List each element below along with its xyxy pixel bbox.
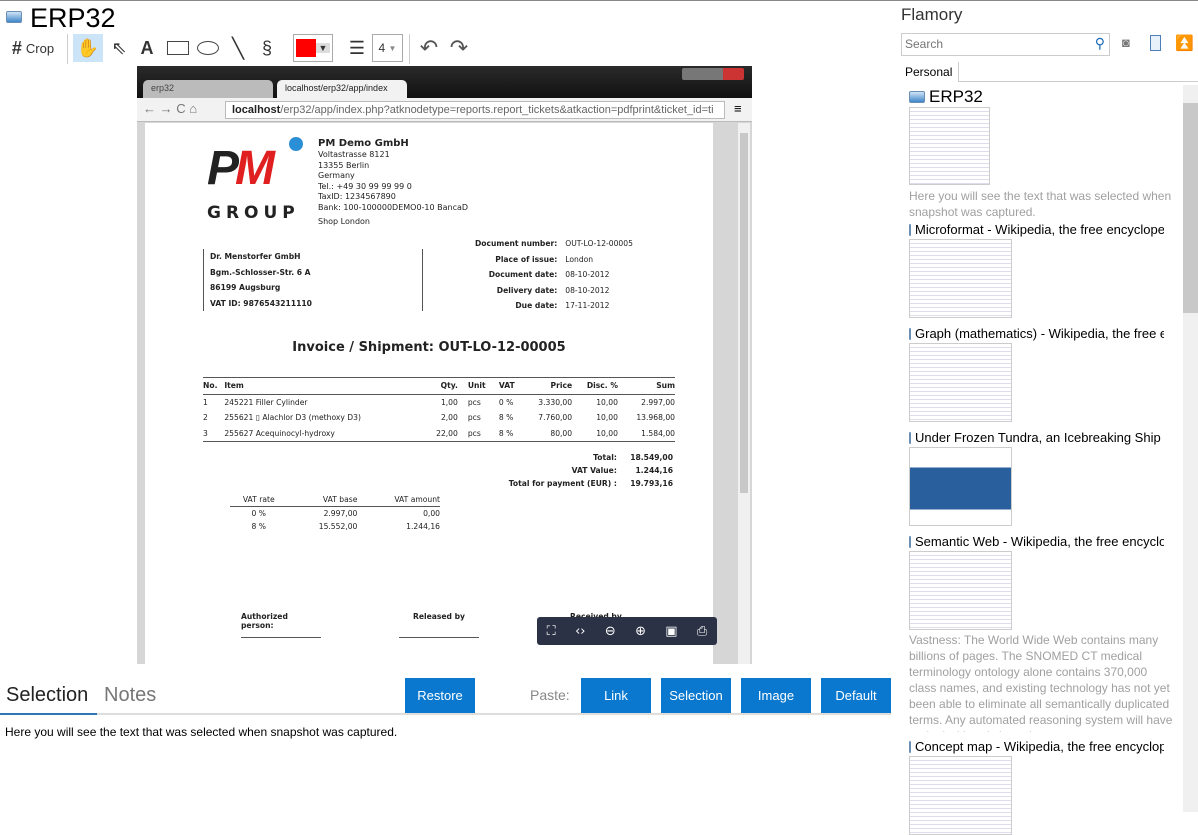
snapshot-thumbnail — [909, 239, 1012, 318]
snapshot-item[interactable]: ERP32 Here you will see the text that wa… — [909, 87, 1174, 220]
snapshot-thumbnail — [909, 343, 1012, 422]
browser-toolbar: ← → C ⌂ localhost/erp32/app/index.php?at… — [137, 98, 752, 122]
sidebar-scrollbar[interactable] — [1183, 85, 1198, 812]
camera-icon[interactable]: ◙ — [1122, 35, 1130, 50]
selection-text: Here you will see the text that was sele… — [5, 725, 398, 739]
line-tool-button[interactable]: ╲ — [226, 34, 250, 62]
search-input[interactable] — [902, 34, 1082, 54]
collapse-top-icon[interactable]: ⏫ — [1175, 34, 1194, 52]
tab-personal[interactable]: Personal — [897, 62, 959, 82]
search-box[interactable]: ⚲ — [901, 33, 1110, 56]
company-address: PM Demo GmbH Voltastrasse 8121 13355 Berl… — [318, 138, 469, 226]
snapshot-thumbnail — [909, 551, 1012, 630]
paste-image-button[interactable]: Image — [741, 678, 811, 713]
logo-text: GROUP — [207, 203, 300, 223]
crop-button[interactable]: # Crop — [6, 34, 60, 62]
rectangle-tool-button[interactable] — [166, 34, 190, 62]
paste-link-button[interactable]: Link — [581, 678, 651, 713]
demo-badge — [289, 137, 303, 151]
nav-icons: ← → C ⌂ — [143, 101, 198, 116]
snapshot-thumbnail — [909, 107, 990, 185]
pointer-tool-button[interactable]: ⇖ — [108, 34, 130, 62]
app-icon — [6, 11, 22, 23]
invoice-page: PM GROUP PM Demo GmbH Voltastrasse 8121 1… — [145, 123, 717, 664]
document-icon[interactable] — [1150, 35, 1161, 51]
hand-tool-button[interactable]: ✋ — [73, 34, 103, 62]
table-row: 2 255621 ▯ Alachlor D3 (methoxy D3) 2,00 pc… — [203, 413, 675, 422]
tab-notes[interactable]: Notes — [104, 684, 156, 707]
totals: Total: 18.549,00 VAT Value: 1.244,16 Total… — [508, 453, 673, 488]
snapshot-item[interactable]: Under Frozen Tundra, an Icebreaking Ship… — [909, 430, 1164, 526]
invoice-heading: Invoice / Shipment: OUT-LO-12-00005 — [292, 340, 566, 355]
line-width-select[interactable]: 4 ▼ — [372, 34, 403, 62]
browser-titlebar: erp32 localhost/erp32/app/index — [137, 66, 752, 98]
app-icon — [909, 91, 925, 103]
paste-selection-button[interactable]: Selection — [661, 678, 731, 713]
paste-label: Paste: — [530, 687, 570, 703]
freehand-tool-button[interactable]: § — [256, 34, 278, 62]
fit-width-icon: ‹› — [575, 623, 586, 639]
recipient-address: Dr. Menstorfer GmbH Bgm.-Schlosser-Str. 6… — [203, 249, 423, 311]
pdf-toolbar: ⛶ ‹› ⊖ ⊕ ▣ ⎙ — [537, 617, 717, 645]
snapshot-thumbnail — [909, 447, 1012, 526]
print-icon: ⎙ — [696, 623, 708, 639]
pm-logo: PM — [207, 142, 275, 195]
paste-default-button[interactable]: Default — [821, 678, 891, 713]
ellipse-tool-button[interactable] — [196, 34, 220, 62]
vat-table: VAT rate VAT base VAT amount 0 % 2.997,00 0,… — [230, 493, 440, 533]
zoom-in-icon: ⊕ — [635, 623, 646, 639]
fit-page-icon: ⛶ — [546, 623, 556, 639]
tab-divider — [0, 713, 891, 715]
redo-button[interactable]: ↷ — [446, 34, 472, 62]
snapshot-item[interactable]: Graph (mathematics) - Wikipedia, the fre… — [909, 326, 1164, 422]
snapshot-item[interactable]: Microformat - Wikipedia, the free encycl… — [909, 222, 1164, 318]
browser-tab: erp32 — [143, 80, 273, 98]
browser-tab-active: localhost/erp32/app/index — [277, 80, 407, 98]
line-width-icon: ☰ — [348, 37, 366, 58]
undo-button[interactable]: ↶ — [416, 34, 442, 62]
menu-icon: ≡ — [734, 101, 742, 116]
crop-label: Crop — [25, 40, 55, 56]
address-bar: localhost/erp32/app/index.php?atknodetyp… — [225, 101, 725, 119]
document-meta: Document number: OUT-LO-12-00005 Place of… — [475, 239, 633, 310]
signature-released: Released by — [399, 612, 479, 638]
table-row: 1 245221 Filler Cylinder 1,00 pcs 0 % 3.330,0… — [203, 397, 675, 407]
restore-button[interactable]: Restore — [405, 678, 475, 713]
window-controls — [682, 68, 744, 80]
items-table: No. Item Qty. Unit VAT Price Disc. % Sum 1 24522… — [203, 377, 675, 442]
tab-selection[interactable]: Selection — [6, 684, 88, 707]
snapshot-item[interactable]: Concept map - Wikipedia, the free encycl… — [909, 739, 1164, 835]
search-icon[interactable]: ⚲ — [1095, 35, 1105, 52]
snapshot-thumbnail — [909, 756, 1012, 835]
table-row: 3 255627 Acequinocyl-hydroxy 22,00 pcs 8 % 80… — [203, 428, 675, 438]
save-icon: ▣ — [665, 623, 678, 639]
browser-scrollbar — [738, 123, 750, 664]
sidebar-title: Flamory — [901, 5, 963, 24]
text-tool-button[interactable]: A — [136, 34, 158, 62]
snapshot-item[interactable]: Semantic Web - Wikipedia, the free encyc… — [909, 534, 1174, 732]
snapshot-image: erp32 localhost/erp32/app/index ← → C ⌂ … — [137, 66, 752, 664]
zoom-out-icon: ⊖ — [604, 623, 616, 639]
snapshot-desc: Here you will see the text that was sele… — [909, 189, 1172, 219]
color-picker[interactable]: ▼ — [293, 34, 333, 62]
signature-authorized: Authorized person: — [241, 612, 321, 638]
snapshot-desc: Vastness: The World Wide Web contains ma… — [909, 633, 1173, 732]
crop-icon: # — [11, 37, 22, 58]
window-title: ERP32 — [30, 3, 116, 33]
